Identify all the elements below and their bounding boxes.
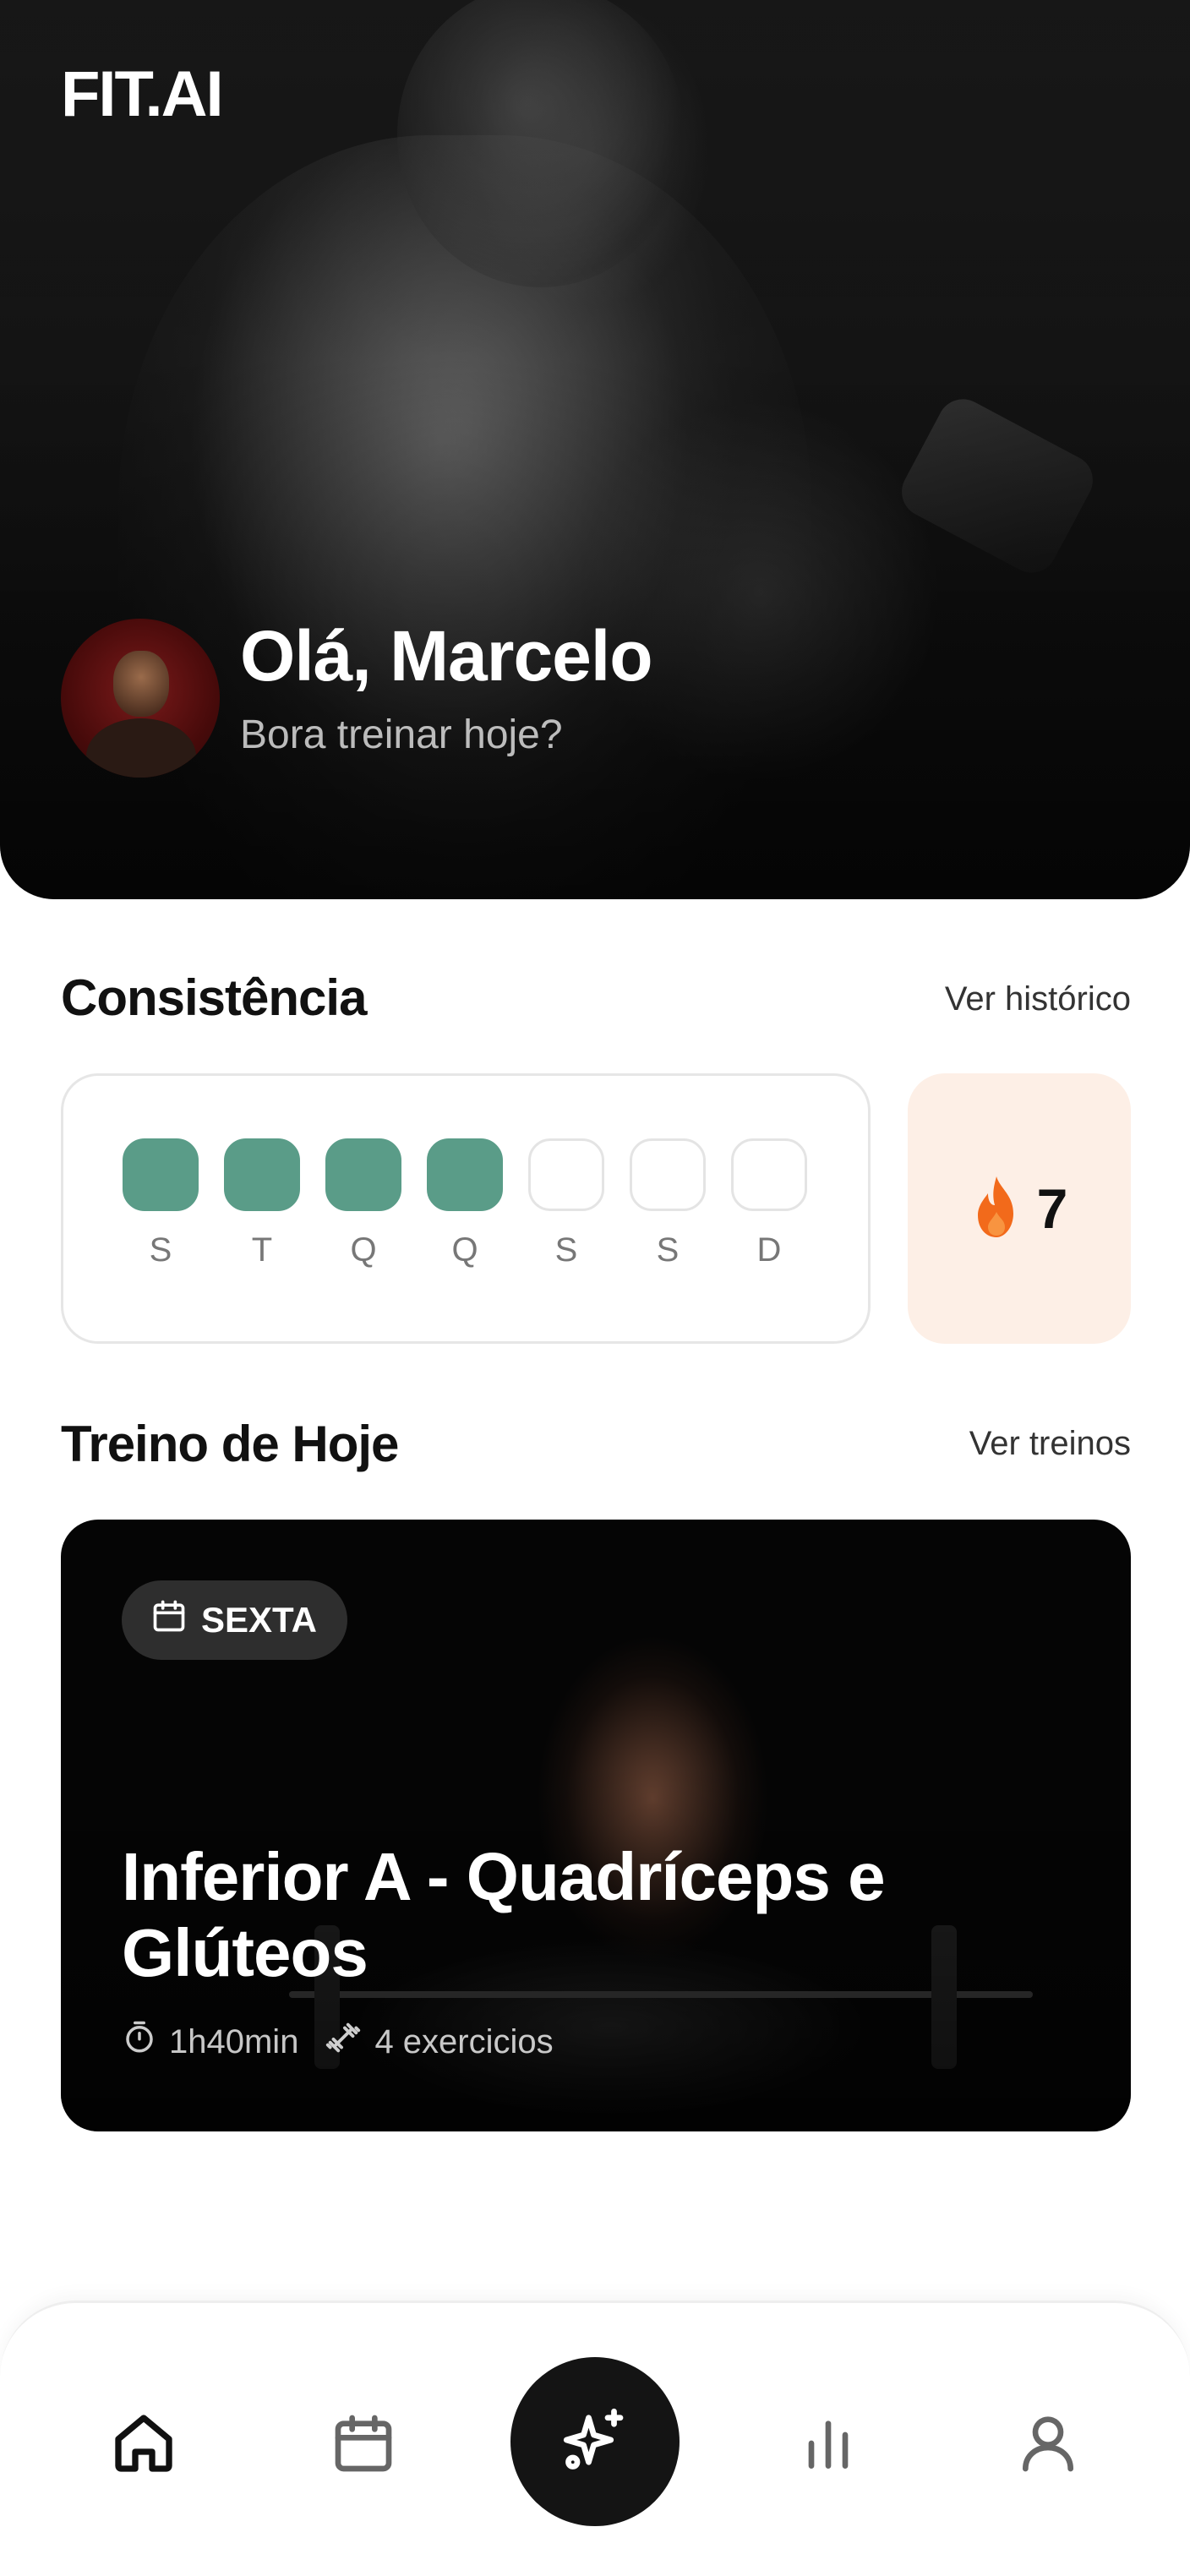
streak-card: 7	[908, 1073, 1131, 1344]
workout-meta: 1h40min 4 exercicios	[122, 2018, 579, 2066]
exercises-info: 4 exercicios	[324, 2018, 554, 2066]
sparkles-icon	[557, 2402, 633, 2482]
view-history-link[interactable]: Ver histórico	[945, 980, 1131, 1018]
calendar-icon	[330, 2410, 397, 2481]
nav-calendar[interactable]	[321, 2403, 406, 2487]
nav-home[interactable]	[101, 2403, 186, 2487]
timer-icon	[122, 2020, 157, 2064]
bottom-navigation	[0, 2300, 1190, 2576]
week-days-card: S T Q Q S S D	[61, 1073, 871, 1344]
greeting-subtitle: Bora treinar hoje?	[240, 712, 563, 757]
app-logo: FIT.AI	[61, 58, 224, 130]
day-indicator	[528, 1138, 604, 1211]
hero-banner: FIT.AI Olá, Marcelo Bora treinar hoje?	[0, 0, 1190, 899]
day-indicator	[427, 1138, 503, 1211]
day-letter: Q	[451, 1231, 478, 1269]
streak-count: 7	[1036, 1177, 1068, 1240]
day-indicator	[123, 1138, 199, 1211]
greeting-title: Olá, Marcelo	[240, 616, 653, 696]
consistency-title: Consistência	[61, 969, 367, 1026]
day-badge-label: SEXTA	[201, 1600, 317, 1640]
view-workouts-link[interactable]: Ver treinos	[969, 1425, 1131, 1463]
day-letter: S	[554, 1231, 578, 1269]
avatar[interactable]	[61, 619, 220, 778]
day-sunday: D	[731, 1138, 807, 1269]
day-friday: S	[528, 1138, 604, 1269]
today-workout-title: Treino de Hoje	[61, 1416, 399, 1472]
chart-icon	[794, 2410, 862, 2481]
dumbbell-icon	[324, 2018, 363, 2066]
flame-icon	[971, 1175, 1022, 1243]
day-indicator	[325, 1138, 401, 1211]
duration-text: 1h40min	[169, 2022, 299, 2060]
day-badge: SEXTA	[122, 1580, 347, 1660]
day-indicator	[630, 1138, 706, 1211]
day-letter: S	[149, 1231, 172, 1269]
day-indicator	[731, 1138, 807, 1211]
nav-stats[interactable]	[786, 2403, 871, 2487]
nav-ai-button[interactable]	[510, 2357, 680, 2526]
duration-info: 1h40min	[122, 2020, 298, 2064]
nav-profile[interactable]	[1006, 2403, 1090, 2487]
exercises-text: 4 exercicios	[374, 2022, 554, 2060]
today-workout-card[interactable]: SEXTA Inferior A - Quadríceps e Glúteos …	[61, 1520, 1131, 2131]
day-letter: Q	[350, 1231, 377, 1269]
day-letter: T	[251, 1231, 273, 1269]
workout-title: Inferior A - Quadríceps e Glúteos	[122, 1839, 886, 1990]
day-letter: D	[756, 1231, 782, 1269]
home-icon	[110, 2410, 177, 2481]
user-icon	[1014, 2410, 1082, 2481]
day-letter: S	[656, 1231, 680, 1269]
day-tuesday: T	[224, 1138, 300, 1269]
day-indicator	[224, 1138, 300, 1211]
calendar-icon	[150, 1597, 188, 1643]
day-saturday: S	[630, 1138, 706, 1269]
day-thursday: Q	[427, 1138, 503, 1269]
day-wednesday: Q	[325, 1138, 401, 1269]
day-monday: S	[123, 1138, 199, 1269]
